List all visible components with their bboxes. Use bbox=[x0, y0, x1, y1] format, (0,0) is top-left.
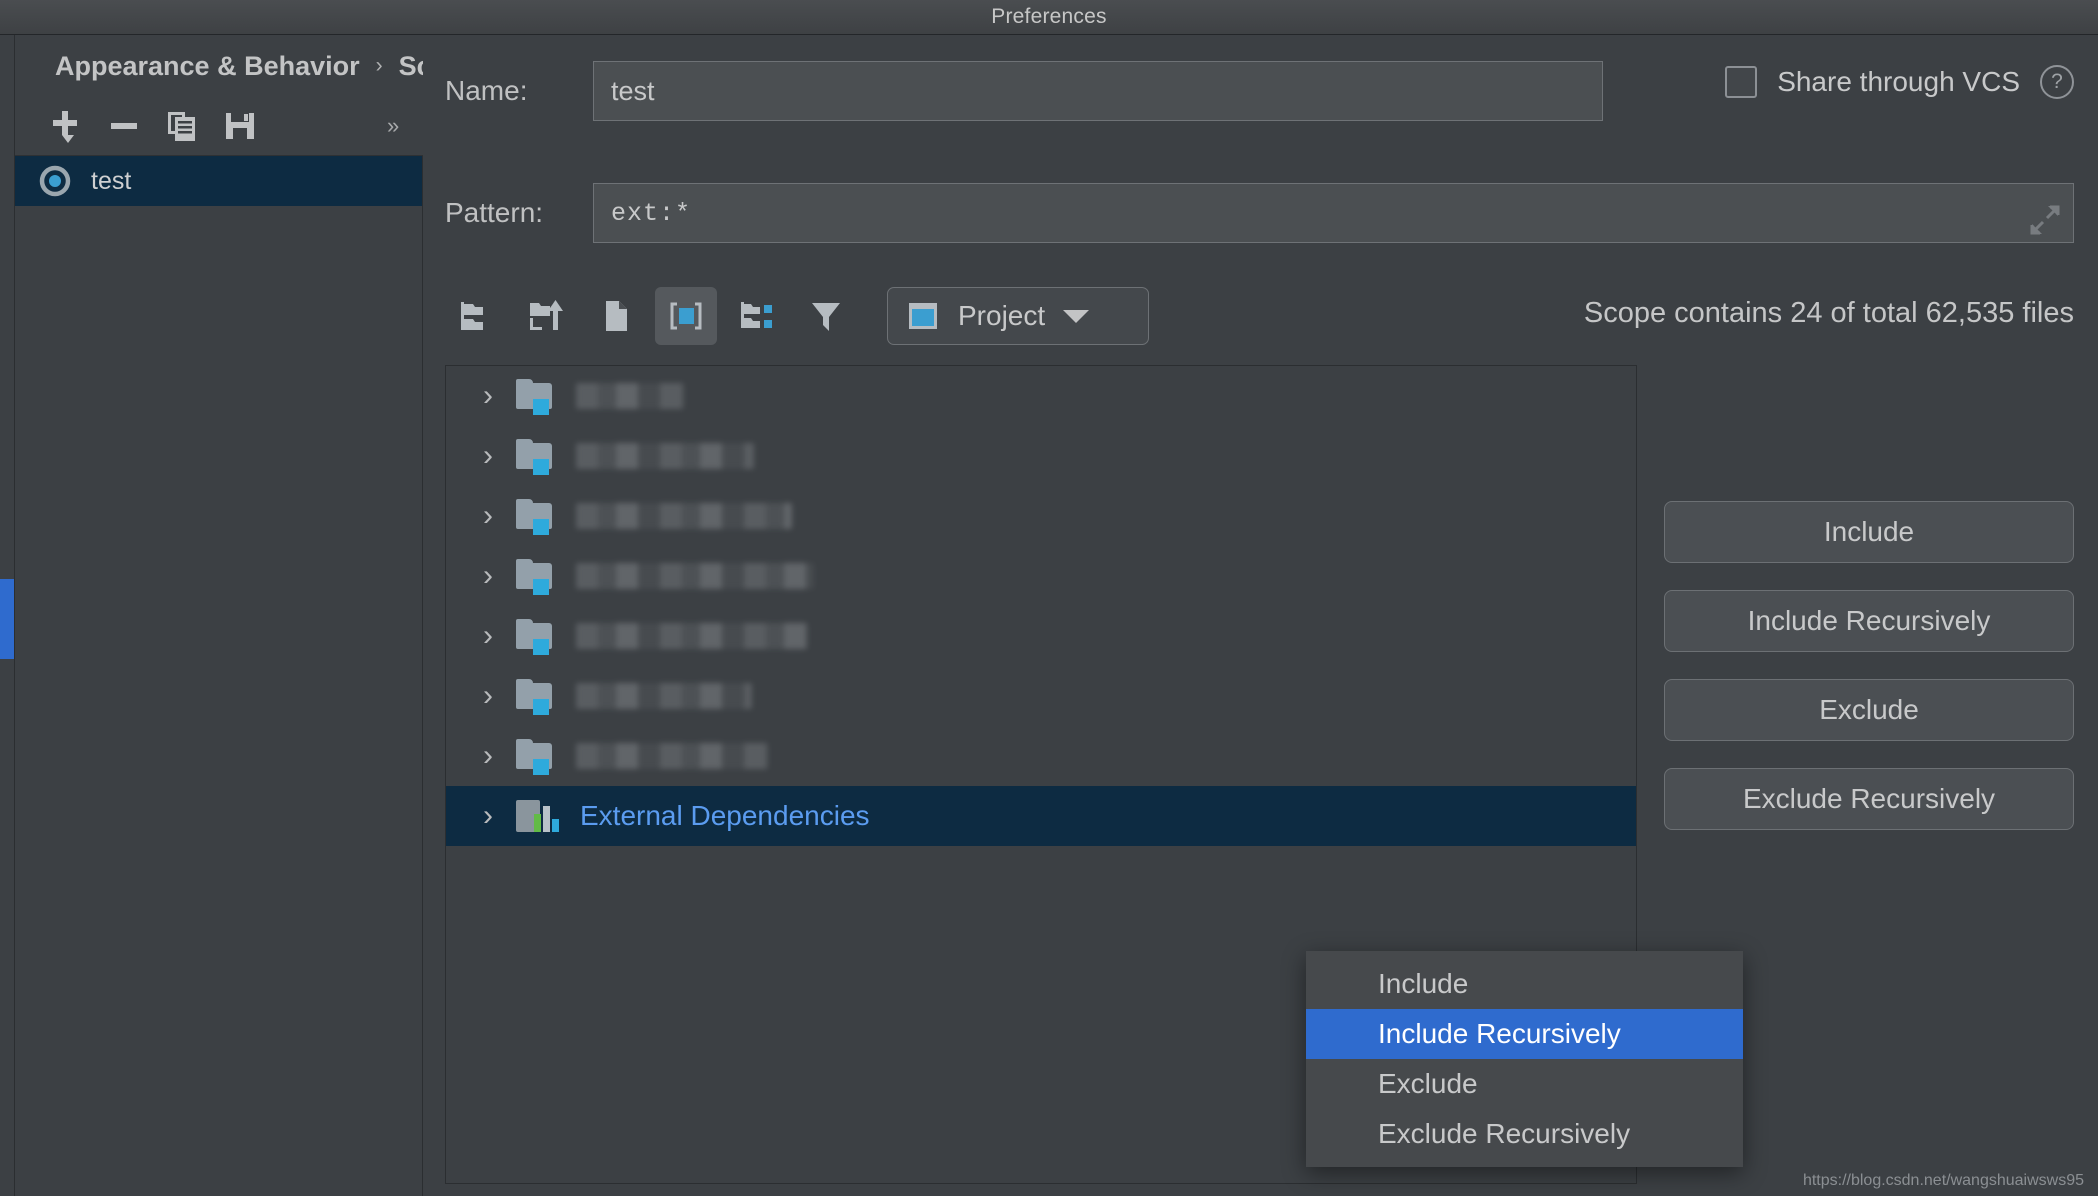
title-bar: Preferences bbox=[0, 0, 2098, 35]
share-through-vcs-checkbox[interactable] bbox=[1725, 66, 1758, 98]
scope-target-icon bbox=[39, 165, 71, 197]
scope-toolbar: » bbox=[15, 97, 423, 156]
add-scope-button[interactable] bbox=[37, 102, 95, 150]
tree-row-external-dependencies[interactable]: › External Dependencies bbox=[446, 786, 1636, 846]
tree-row[interactable]: › bbox=[446, 606, 1636, 666]
settings-scrollbar[interactable] bbox=[0, 35, 15, 1196]
redacted-folder-name bbox=[576, 383, 684, 409]
flatten-packages-button[interactable] bbox=[445, 287, 507, 345]
preferences-window: Preferences Appearance & Behavior › Scop… bbox=[0, 0, 2098, 1196]
tree-row-label: External Dependencies bbox=[580, 800, 870, 831]
include-recursively-button[interactable]: Include Recursively bbox=[1664, 590, 2074, 652]
folder-icon bbox=[516, 439, 556, 475]
tree-nodes-button[interactable] bbox=[725, 287, 787, 345]
chevron-right-icon[interactable]: › bbox=[474, 441, 502, 471]
left-pane: Appearance & Behavior › Scopes bbox=[15, 35, 529, 1196]
pattern-row: Pattern: ext:* bbox=[445, 183, 2074, 243]
exclude-button[interactable]: Exclude bbox=[1664, 679, 2074, 741]
action-buttons: Include Include Recursively Exclude Excl… bbox=[1664, 501, 2074, 830]
pattern-label: Pattern: bbox=[445, 197, 544, 228]
remove-scope-button[interactable] bbox=[95, 102, 153, 150]
include-button[interactable]: Include bbox=[1664, 501, 2074, 563]
folder-icon bbox=[516, 739, 556, 775]
toolbar-overflow-button[interactable]: » bbox=[387, 113, 399, 139]
redacted-folder-name bbox=[576, 623, 808, 649]
tree-row[interactable]: › bbox=[446, 726, 1636, 786]
module-bracket-button[interactable] bbox=[655, 287, 717, 345]
folder-icon bbox=[516, 379, 556, 415]
context-menu: Include Include Recursively Exclude Excl… bbox=[1306, 951, 1743, 1167]
breadcrumb-parent[interactable]: Appearance & Behavior bbox=[55, 51, 360, 82]
tree-row[interactable]: › bbox=[446, 666, 1636, 726]
folder-icon bbox=[516, 619, 556, 655]
project-square-icon bbox=[909, 303, 937, 329]
tree-toolbar: Project bbox=[445, 283, 1149, 349]
chevron-right-icon[interactable]: › bbox=[474, 561, 502, 591]
chevron-right-icon[interactable]: › bbox=[474, 741, 502, 771]
funnel-icon[interactable] bbox=[795, 287, 857, 345]
tree-row[interactable]: › bbox=[446, 486, 1636, 546]
breadcrumb: Appearance & Behavior › Scopes bbox=[15, 35, 529, 97]
redacted-folder-name bbox=[576, 503, 792, 529]
share-through-vcs-label: Share through VCS bbox=[1777, 66, 2020, 97]
redacted-folder-name bbox=[576, 563, 814, 589]
name-input-value: test bbox=[611, 75, 655, 106]
chevron-right-icon[interactable]: › bbox=[474, 801, 502, 831]
window-body: Appearance & Behavior › Scopes bbox=[0, 35, 2098, 1196]
window-title: Preferences bbox=[991, 5, 1107, 28]
exclude-recursively-button[interactable]: Exclude Recursively bbox=[1664, 768, 2074, 830]
chevron-right-icon[interactable]: › bbox=[474, 621, 502, 651]
tree-row[interactable]: › bbox=[446, 546, 1636, 606]
save-scope-button[interactable] bbox=[211, 102, 269, 150]
expand-diagonal-icon[interactable] bbox=[2028, 203, 2062, 237]
file-button[interactable] bbox=[585, 287, 647, 345]
redacted-folder-name bbox=[576, 443, 754, 469]
folder-icon bbox=[516, 499, 556, 535]
scope-list: test bbox=[15, 156, 423, 1196]
context-menu-item-include-recursively[interactable]: Include Recursively bbox=[1306, 1009, 1743, 1059]
scrollbar-thumb[interactable] bbox=[0, 579, 14, 659]
folder-up-arrow-button[interactable] bbox=[515, 287, 577, 345]
scope-selector-dropdown[interactable]: Project bbox=[887, 287, 1149, 345]
chevron-right-icon[interactable]: › bbox=[474, 381, 502, 411]
context-menu-item-include[interactable]: Include bbox=[1306, 959, 1743, 1009]
redacted-folder-name bbox=[576, 683, 752, 709]
folder-icon bbox=[516, 559, 556, 595]
context-menu-item-exclude[interactable]: Exclude bbox=[1306, 1059, 1743, 1109]
copy-scope-button[interactable] bbox=[153, 102, 211, 150]
scope-selector-label: Project bbox=[958, 300, 1046, 331]
folder-icon bbox=[516, 679, 556, 715]
name-label: Name: bbox=[445, 75, 528, 106]
scope-list-item-label: test bbox=[91, 166, 132, 195]
pattern-input-value: ext:* bbox=[611, 198, 692, 228]
right-pane: Name: test Share through VCS ? Pattern: … bbox=[423, 35, 2098, 1196]
tree-row[interactable]: › bbox=[446, 366, 1636, 426]
tree-row[interactable]: › bbox=[446, 426, 1636, 486]
external-dependencies-icon bbox=[516, 798, 560, 834]
name-input[interactable]: test bbox=[593, 61, 1603, 121]
scope-list-item-test[interactable]: test bbox=[15, 156, 422, 206]
chevron-down-icon bbox=[1063, 309, 1090, 323]
chevron-right-icon[interactable]: › bbox=[474, 681, 502, 711]
watermark-text: https://blog.csdn.net/wangshuaiwsws95 bbox=[1802, 1172, 2084, 1189]
scope-summary-text: Scope contains 24 of total 62,535 files bbox=[1583, 297, 2074, 329]
context-menu-item-exclude-recursively[interactable]: Exclude Recursively bbox=[1306, 1109, 1743, 1159]
help-icon[interactable]: ? bbox=[2040, 65, 2074, 99]
pattern-input[interactable]: ext:* bbox=[593, 183, 2074, 243]
breadcrumb-separator: › bbox=[375, 54, 383, 77]
chevron-right-icon[interactable]: › bbox=[474, 501, 502, 531]
redacted-folder-name bbox=[576, 743, 768, 769]
share-through-vcs-group: Share through VCS ? bbox=[1725, 65, 2074, 99]
